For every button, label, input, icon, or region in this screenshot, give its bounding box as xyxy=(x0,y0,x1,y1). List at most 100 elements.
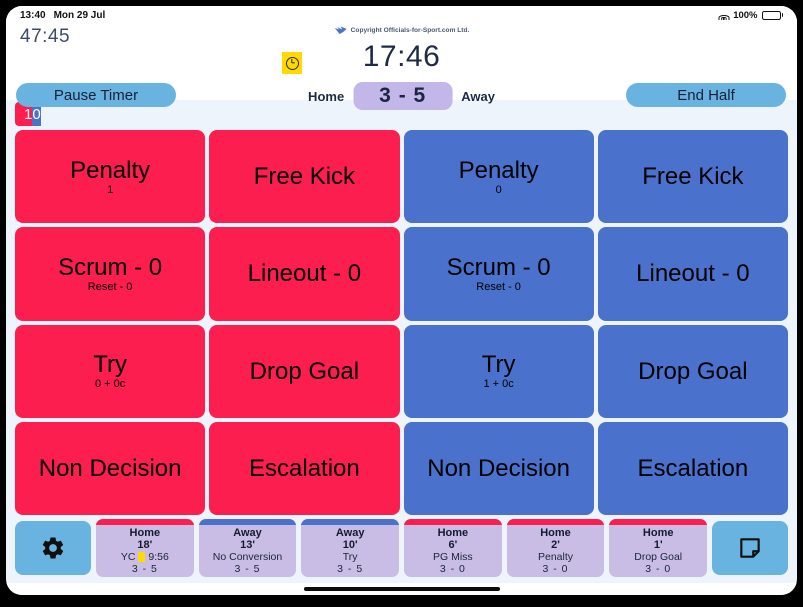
event-description: Drop Goal xyxy=(634,551,682,563)
action-button-non-decision-home[interactable]: Non Decision xyxy=(15,421,206,515)
event-minute: 2' xyxy=(551,539,560,551)
action-label: Scrum - 0 xyxy=(446,253,551,281)
action-sublabel: Reset - 0 xyxy=(87,280,133,293)
event-minute: 18' xyxy=(137,539,153,551)
action-button-try-home[interactable]: Try 0 + 0c xyxy=(15,324,206,418)
event-description-text: YC xyxy=(120,551,136,563)
action-label: Lineout - 0 xyxy=(636,260,750,288)
event-card[interactable]: Home 1' Drop Goal 3 - 0 xyxy=(609,519,707,577)
pause-timer-button[interactable]: Pause Timer xyxy=(16,83,176,107)
action-button-lineout-0-home[interactable]: Lineout - 0 xyxy=(209,227,400,321)
action-button-free-kick-away[interactable]: Free Kick xyxy=(597,130,788,224)
action-button-scrum-0-home[interactable]: Scrum - 0 Reset - 0 xyxy=(15,227,206,321)
event-team-strip xyxy=(301,519,400,525)
event-card[interactable]: Away 13' No Conversion 3 - 5 xyxy=(198,519,297,577)
action-sublabel: 1 + 0c xyxy=(483,378,514,391)
action-button-penalty-away[interactable]: Penalty 0 xyxy=(403,130,594,224)
notes-button[interactable] xyxy=(712,521,788,575)
event-description-text: No Conversion xyxy=(212,551,283,563)
event-card[interactable]: Home 6' PG Miss 3 - 0 xyxy=(404,519,502,577)
event-description-text: Drop Goal xyxy=(634,551,683,563)
event-score: 3 - 0 xyxy=(645,563,672,575)
event-score: 3 - 5 xyxy=(234,563,261,575)
action-label: Lineout - 0 xyxy=(247,260,362,288)
wifi-icon xyxy=(718,11,730,20)
settings-button[interactable] xyxy=(15,521,91,575)
event-team-strip xyxy=(198,519,297,525)
action-label: Drop Goal xyxy=(638,357,748,385)
event-card[interactable]: Away 10' Try 3 - 5 xyxy=(301,519,400,577)
action-button-escalation-away[interactable]: Escalation xyxy=(597,421,788,515)
yellow-card-icon xyxy=(138,552,146,562)
action-label: Drop Goal xyxy=(249,357,360,385)
action-label: Penalty xyxy=(458,156,539,184)
action-label: Scrum - 0 xyxy=(58,253,163,281)
end-half-button[interactable]: End Half xyxy=(626,83,786,107)
event-team: Home xyxy=(642,527,674,539)
event-minute: 1' xyxy=(653,539,663,551)
note-icon xyxy=(740,538,760,558)
event-description: YC 9:56 xyxy=(121,551,169,563)
action-label: Try xyxy=(481,351,516,379)
action-label: Non Decision xyxy=(38,454,182,482)
header-controls: Pause Timer End Half xyxy=(6,83,797,107)
action-button-try-away[interactable]: Try 1 + 0c xyxy=(403,324,594,418)
timer-status-badge[interactable] xyxy=(282,52,302,74)
event-description-text: Try xyxy=(342,551,358,563)
event-team-strip xyxy=(96,519,194,525)
action-button-non-decision-away[interactable]: Non Decision xyxy=(403,421,594,515)
battery-percent-label: 100% xyxy=(733,9,758,21)
event-description-text: PG Miss xyxy=(433,551,473,563)
action-label: Escalation xyxy=(637,454,749,482)
action-sublabel: 1 xyxy=(107,183,114,196)
event-team-strip xyxy=(506,519,605,525)
header: 47:45 Copyright Officials-for-Sport.com … xyxy=(6,24,797,110)
tablet-screen: 13:40 Mon 29 Jul 100% 47:45 Copyright Of… xyxy=(6,6,797,595)
action-sublabel: 0 + 0c xyxy=(94,378,126,391)
event-score: 3 - 5 xyxy=(131,563,158,575)
system-date: Mon 29 Jul xyxy=(53,9,106,21)
gear-icon xyxy=(42,537,64,559)
battery-icon xyxy=(761,10,783,20)
action-button-grid: Penalty 1 Free Kick Penalty 0 Free Kick Scrum … xyxy=(6,130,797,515)
home-indicator-area xyxy=(6,583,797,595)
event-team-strip xyxy=(609,519,707,525)
event-score: 3 - 0 xyxy=(542,563,569,575)
event-minute: 13' xyxy=(240,539,255,551)
event-description: Penalty xyxy=(538,551,573,563)
event-team: Home xyxy=(129,527,161,539)
action-button-lineout-0-away[interactable]: Lineout - 0 xyxy=(597,227,788,321)
event-description: No Conversion xyxy=(213,551,282,563)
event-minute: 6' xyxy=(448,539,458,551)
action-button-penalty-home[interactable]: Penalty 1 xyxy=(15,130,206,224)
action-button-free-kick-home[interactable]: Free Kick xyxy=(209,130,400,224)
event-team: Away xyxy=(233,527,262,539)
action-label: Free Kick xyxy=(253,163,356,191)
event-minute: 10' xyxy=(342,539,358,551)
event-description: Try xyxy=(343,551,358,563)
event-description-text: Penalty xyxy=(538,551,574,563)
copyright-text: Copyright Officials-for-Sport.com Ltd. xyxy=(350,27,470,34)
home-indicator[interactable] xyxy=(303,587,500,591)
action-button-drop-goal-away[interactable]: Drop Goal xyxy=(597,324,788,418)
copyright-notice: Copyright Officials-for-Sport.com Ltd. xyxy=(334,26,470,35)
status-bar-right: 100% xyxy=(718,10,783,21)
action-label: Penalty xyxy=(70,156,151,184)
footer-bar: Home 18' YC 9:56 3 - 5 Away 13' No Conversion 3 … xyxy=(6,515,797,583)
event-card[interactable]: Home 18' YC 9:56 3 - 5 xyxy=(96,519,194,577)
event-team-strip xyxy=(404,519,502,525)
elapsed-timer: 47:45 xyxy=(20,26,71,47)
event-score: 3 - 0 xyxy=(439,563,466,575)
system-time: 13:40 xyxy=(20,9,46,21)
event-extra-time: 9:56 xyxy=(148,551,169,563)
event-card[interactable]: Home 2' Penalty 3 - 0 xyxy=(506,519,605,577)
event-team: Away xyxy=(335,527,365,539)
action-button-scrum-0-away[interactable]: Scrum - 0 Reset - 0 xyxy=(403,227,594,321)
event-description: PG Miss xyxy=(433,551,473,563)
action-button-escalation-home[interactable]: Escalation xyxy=(209,421,400,515)
action-label: Non Decision xyxy=(427,454,570,482)
action-label: Try xyxy=(93,351,127,379)
action-button-drop-goal-home[interactable]: Drop Goal xyxy=(209,324,400,418)
event-team: Home xyxy=(437,527,469,539)
status-bar: 13:40 Mon 29 Jul 100% xyxy=(6,6,797,24)
